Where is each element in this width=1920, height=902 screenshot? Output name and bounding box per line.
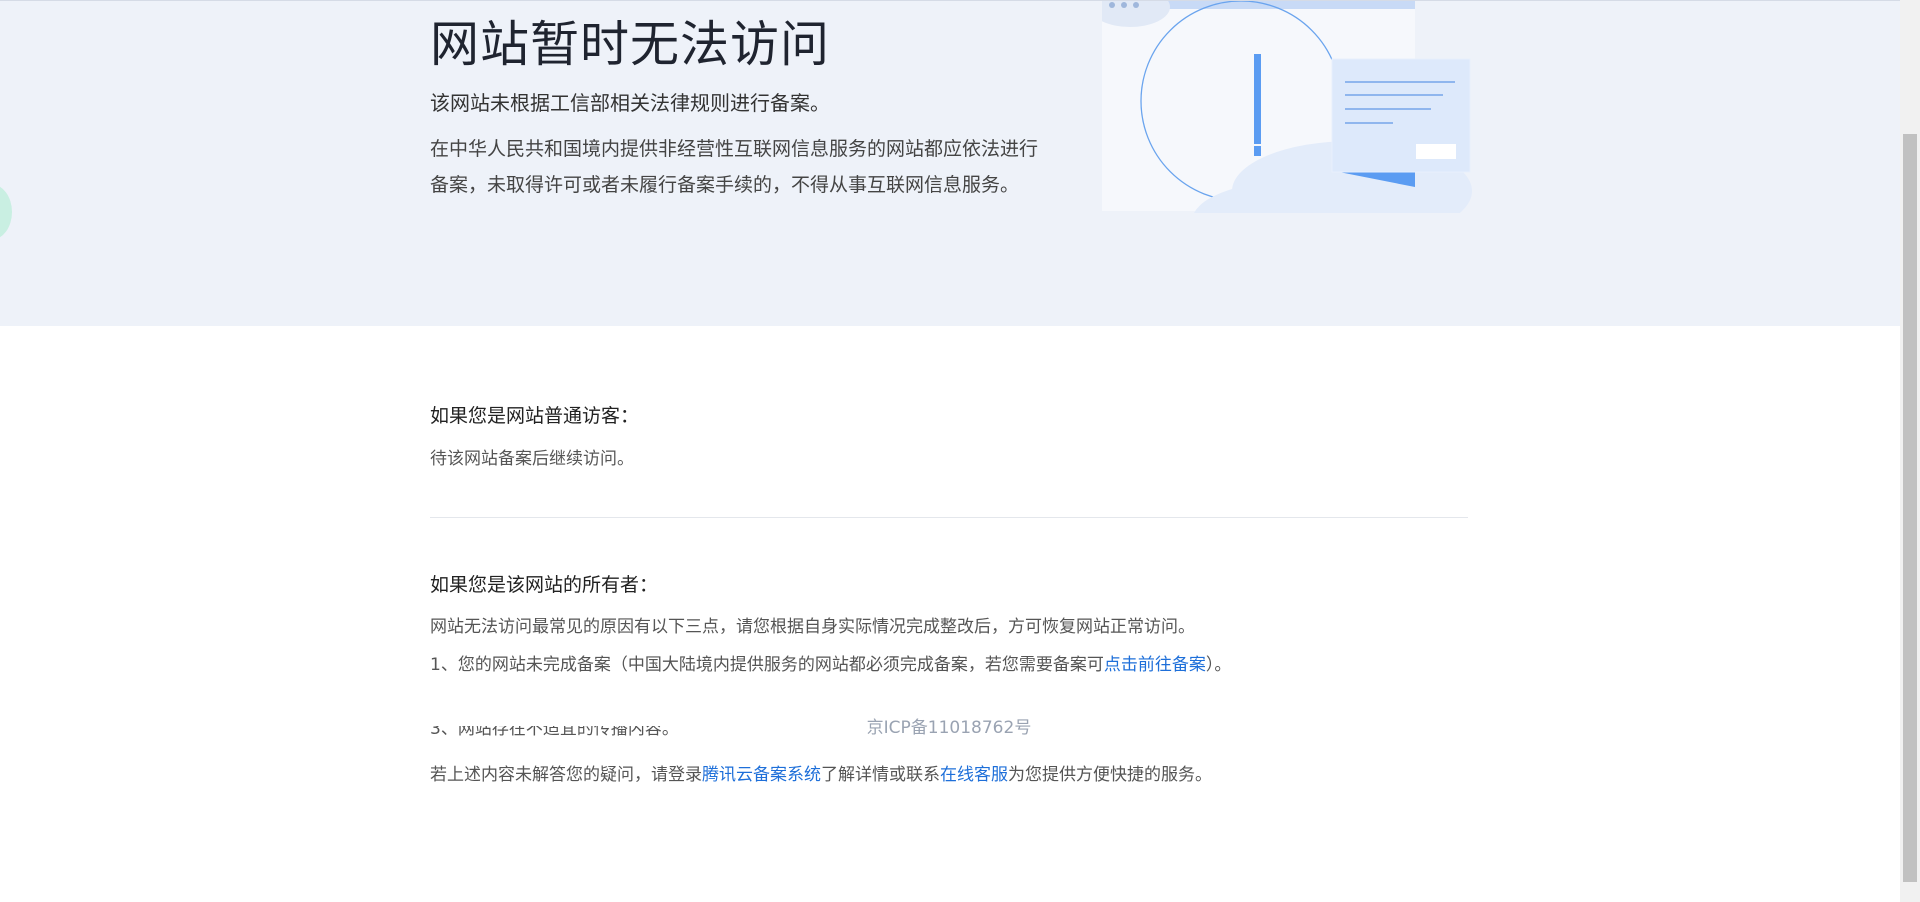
scrollbar-thumb[interactable] bbox=[1903, 134, 1917, 882]
owner-help: 若上述内容未解答您的疑问，请登录腾讯云备案系统了解详情或联系在线客服为您提供方便… bbox=[430, 760, 1212, 785]
help-suffix: 为您提供方便快捷的服务。 bbox=[1008, 765, 1212, 785]
hero-subtitle: 该网站未根据工信部相关法律规则进行备案。 bbox=[430, 91, 830, 115]
online-support-link[interactable]: 在线客服 bbox=[940, 765, 1008, 785]
visitor-text: 待该网站备案后继续访问。 bbox=[430, 449, 634, 469]
page-title: 网站暂时无法访问 bbox=[430, 16, 831, 73]
go-to-filing-link[interactable]: 点击前往备案 bbox=[1104, 655, 1206, 675]
icp-footer: 京ICP备11018762号 bbox=[866, 718, 1032, 738]
visitor-heading: 如果您是网站普通访客： bbox=[430, 405, 640, 427]
help-middle: 了解详情或联系 bbox=[821, 765, 940, 785]
hero-banner: 网站暂时无法访问 该网站未根据工信部相关法律规则进行备案。 在中华人民共和国境内… bbox=[0, 0, 1900, 326]
owner-reason-1: 1、您的网站未完成备案（中国大陆境内提供服务的网站都必须完成备案，若您需要备案可… bbox=[430, 650, 1231, 675]
owner-heading: 如果您是该网站的所有者： bbox=[430, 574, 659, 596]
page: 网站暂时无法访问 该网站未根据工信部相关法律规则进行备案。 在中华人民共和国境内… bbox=[0, 0, 1920, 902]
tencent-filing-system-link[interactable]: 腾讯云备案系统 bbox=[702, 765, 821, 785]
owner-intro: 网站无法访问最常见的原因有以下三点，请您根据自身实际情况完成整改后，方可恢复网站… bbox=[430, 617, 1195, 637]
reason-1-prefix: 1、您的网站未完成备案（中国大陆境内提供服务的网站都必须完成备案，若您需要备案可 bbox=[430, 655, 1104, 675]
vertical-scrollbar[interactable] bbox=[1900, 0, 1920, 902]
help-prefix: 若上述内容未解答您的疑问，请登录 bbox=[430, 765, 702, 785]
reason-1-suffix: ）。 bbox=[1205, 655, 1232, 675]
side-floating-blob bbox=[0, 184, 12, 240]
section-divider bbox=[430, 517, 1468, 518]
hero-description: 在中华人民共和国境内提供非经营性互联网信息服务的网站都应依法进行备案，未取得许可… bbox=[430, 138, 1039, 196]
warning-exclamation-illustration bbox=[1102, 1, 1472, 213]
